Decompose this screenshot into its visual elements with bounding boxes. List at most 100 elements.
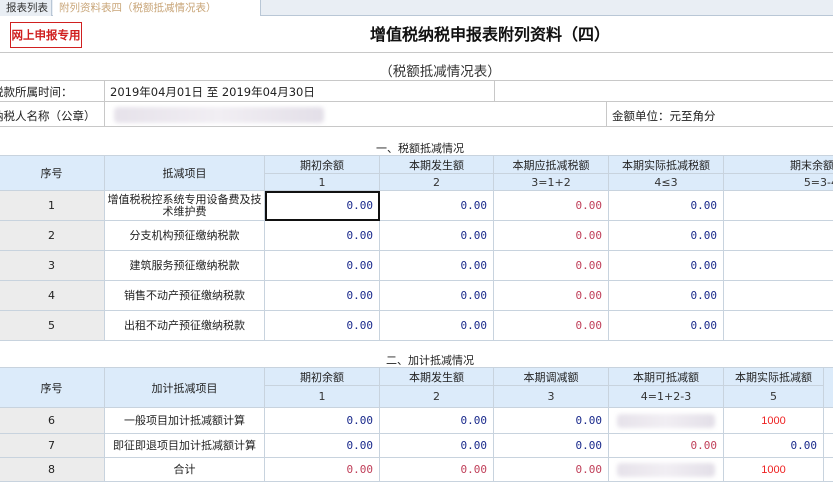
row-item-name: 分支机构预征缴纳税款	[104, 220, 265, 251]
row-index: 8	[0, 457, 105, 482]
current-amount-total: 0.00	[379, 457, 494, 482]
adjustment-total: 0.00	[493, 457, 609, 482]
header-opening-balance: 期初余额	[264, 155, 380, 174]
divider	[0, 52, 833, 53]
additional-deduction-table: 序号 加计抵减项目 期初余额 本期发生额 本期调减额 本期可抵减额 本期实际抵减…	[0, 367, 833, 482]
row-index: 7	[0, 433, 105, 458]
current-amount-input[interactable]: 0.00	[379, 220, 494, 251]
taxpayer-label: 纳税人名称（公章）	[0, 109, 96, 123]
row-item-name: 销售不动产预征缴纳税款	[104, 280, 265, 311]
tax-deduction-table: 序号 抵减项目 期初余额 本期发生额 本期应抵减税额 本期实际抵减税额 期末余额…	[0, 155, 833, 341]
header-adjustment: 本期调减额	[493, 367, 609, 386]
divider	[0, 80, 833, 81]
divider	[104, 81, 105, 101]
header-current-amount: 本期发生额	[379, 367, 494, 386]
row-index: 4	[0, 280, 105, 311]
unit-label: 金额单位：元至角分	[612, 109, 716, 123]
table-row: 1 增值税税控系统专用设备费及技术维护费 0.00 0.00 0.00 0.00	[0, 190, 833, 221]
subheader: 5	[723, 385, 824, 408]
header-deductible: 本期应抵减税额	[493, 155, 609, 174]
section1-title: 一、税额抵减情况	[376, 142, 464, 155]
header-item: 加计抵减项目	[104, 367, 265, 408]
current-amount-input[interactable]: 0.00	[379, 280, 494, 311]
subheader: 1	[264, 173, 380, 191]
deductible-value: 0.00	[493, 280, 609, 311]
online-filing-stamp: 网上申报专用	[10, 22, 82, 48]
closing-balance-value	[723, 310, 833, 341]
table-row: 3 建筑服务预征缴纳税款 0.00 0.00 0.00 0.00	[0, 250, 833, 281]
opening-balance-input[interactable]: 0.00	[264, 433, 380, 458]
header-opening-balance: 期初余额	[264, 367, 380, 386]
taxpayer-name-redacted	[114, 107, 324, 123]
current-amount-input[interactable]: 0.00	[379, 250, 494, 281]
section2-title: 二、加计抵减情况	[386, 354, 474, 367]
subheader: 2	[379, 385, 494, 408]
row-index: 2	[0, 220, 105, 251]
closing-balance-value	[723, 190, 833, 221]
opening-balance-total: 0.00	[264, 457, 380, 482]
opening-balance-input[interactable]: 0.00	[264, 190, 380, 221]
header-actual-deducted: 本期实际抵减额	[723, 367, 824, 386]
actual-deducted-input[interactable]: 0.00	[608, 310, 724, 341]
actual-deducted-annotation: 1000	[723, 407, 824, 434]
subheader: 2	[379, 173, 494, 191]
available-value: 0.00	[608, 433, 724, 458]
row-item-name: 即征即退项目加计抵减额计算	[104, 433, 265, 458]
deductible-value: 0.00	[493, 220, 609, 251]
overflow-cell	[823, 433, 833, 458]
header-closing-balance: 期末余额	[723, 155, 833, 174]
actual-deducted-input[interactable]: 0.00	[608, 250, 724, 281]
closing-balance-value	[723, 220, 833, 251]
adjustment-input[interactable]: 0.00	[493, 433, 609, 458]
available-value-redacted	[608, 407, 724, 434]
row-index: 6	[0, 407, 105, 434]
opening-balance-input[interactable]: 0.00	[264, 310, 380, 341]
current-amount-input[interactable]: 0.00	[379, 407, 494, 434]
overflow-cell	[823, 407, 833, 434]
header-item: 抵减项目	[104, 155, 265, 191]
subheader: 4≤3	[608, 173, 724, 191]
adjustment-input[interactable]: 0.00	[493, 407, 609, 434]
row-item-name: 建筑服务预征缴纳税款	[104, 250, 265, 281]
opening-balance-input[interactable]: 0.00	[264, 220, 380, 251]
overflow-cell	[823, 457, 833, 482]
actual-deducted-input[interactable]: 0.00	[723, 433, 824, 458]
actual-deducted-input[interactable]: 0.00	[608, 220, 724, 251]
table-row: 6 一般项目加计抵减额计算 0.00 0.00 0.00 1000	[0, 407, 833, 434]
actual-deducted-input[interactable]: 0.00	[608, 280, 724, 311]
opening-balance-input[interactable]: 0.00	[264, 250, 380, 281]
header-index: 序号	[0, 155, 105, 191]
opening-balance-input[interactable]: 0.00	[264, 280, 380, 311]
form-title: 增值税纳税申报表附列资料（四）	[369, 25, 610, 44]
table-row: 4 销售不动产预征缴纳税款 0.00 0.00 0.00 0.00	[0, 280, 833, 311]
row-index: 1	[0, 190, 105, 221]
divider	[0, 101, 833, 102]
divider	[104, 102, 105, 126]
tab-attachment-four[interactable]: 附列资料表四（税额抵减情况表）	[53, 0, 261, 16]
deductible-value: 0.00	[493, 190, 609, 221]
current-amount-input[interactable]: 0.00	[379, 190, 494, 221]
available-total-redacted	[608, 457, 724, 482]
row-item-name: 一般项目加计抵减额计算	[104, 407, 265, 434]
current-amount-input[interactable]: 0.00	[379, 310, 494, 341]
row-item-name: 增值税税控系统专用设备费及技术维护费	[104, 190, 265, 221]
deductible-value: 0.00	[493, 310, 609, 341]
actual-deducted-input[interactable]: 0.00	[608, 190, 724, 221]
period-value: 2019年04月01日 至 2019年04月30日	[110, 85, 315, 99]
period-label: 税款所属时间：	[0, 85, 73, 99]
row-item-name: 出租不动产预征缴纳税款	[104, 310, 265, 341]
table-row: 5 出租不动产预征缴纳税款 0.00 0.00 0.00 0.00	[0, 310, 833, 341]
header-overflow	[823, 367, 833, 408]
subheader: 3	[493, 385, 609, 408]
subheader: 4=1+2-3	[608, 385, 724, 408]
table-row: 2 分支机构预征缴纳税款 0.00 0.00 0.00 0.00	[0, 220, 833, 251]
current-amount-input[interactable]: 0.00	[379, 433, 494, 458]
header-actual-deducted: 本期实际抵减税额	[608, 155, 724, 174]
subheader: 5=3-4	[723, 173, 833, 191]
subheader: 3=1+2	[493, 173, 609, 191]
tab-report-list[interactable]: 报表列表	[0, 0, 52, 16]
opening-balance-input[interactable]: 0.00	[264, 407, 380, 434]
divider	[606, 102, 607, 126]
closing-balance-value	[723, 250, 833, 281]
row-index: 5	[0, 310, 105, 341]
